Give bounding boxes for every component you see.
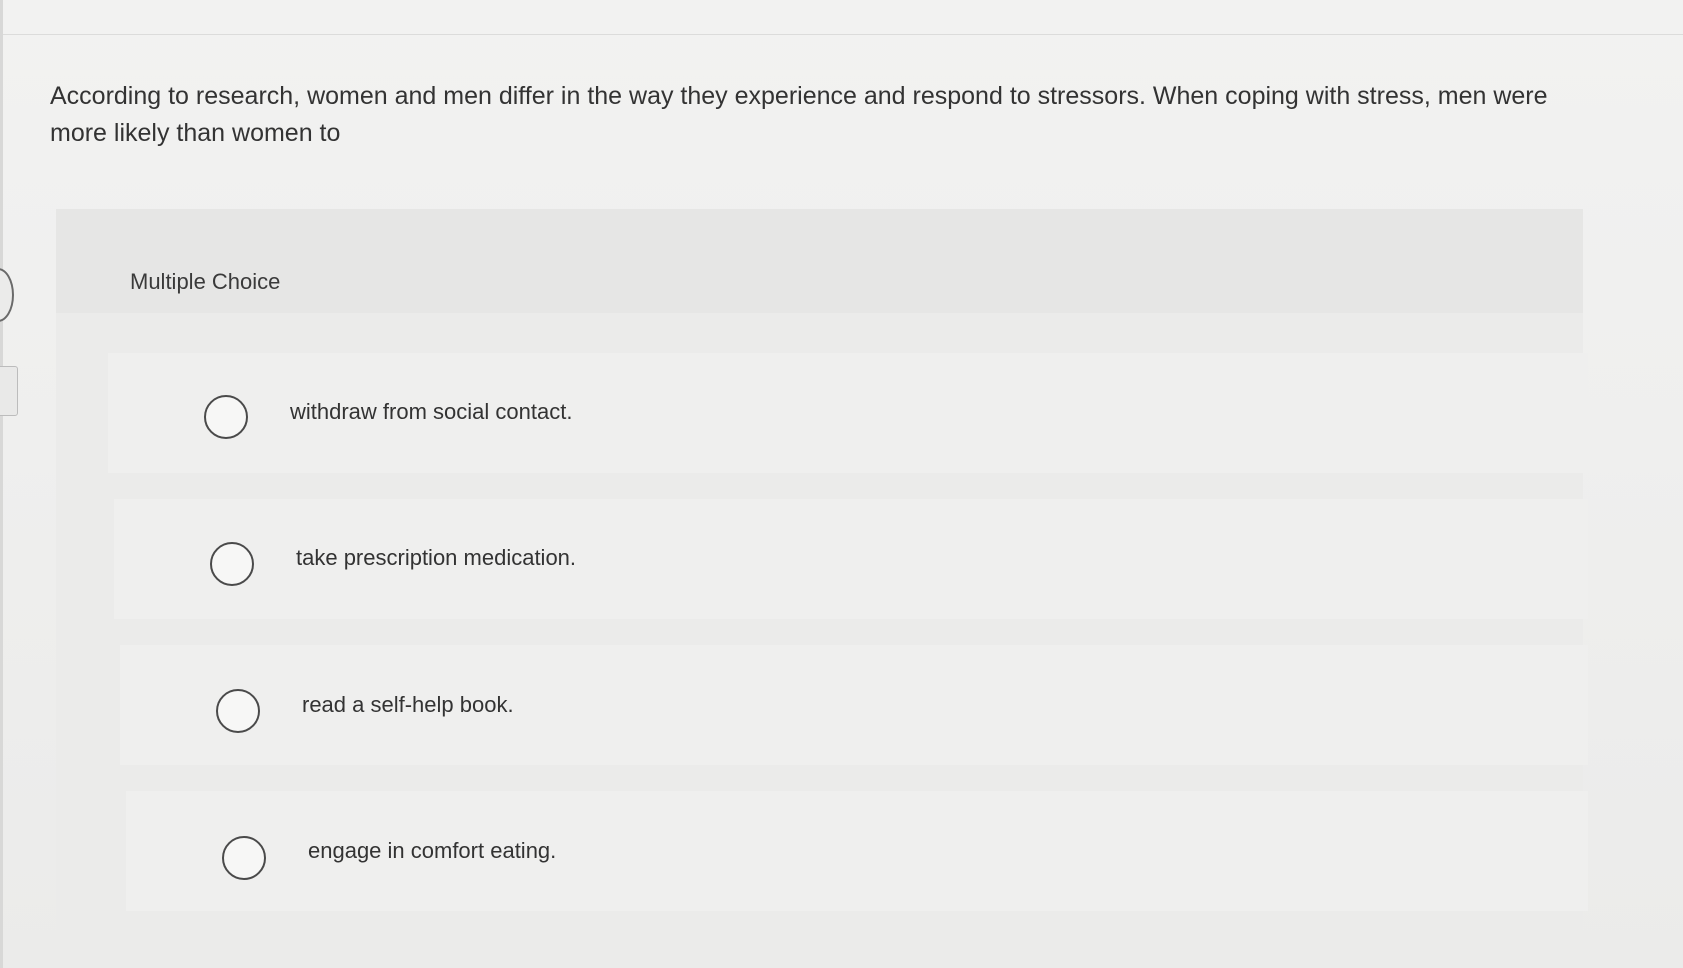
answer-option-text: engage in comfort eating. <box>308 838 557 863</box>
multiple-choice-header: Multiple Choice <box>56 209 1583 313</box>
left-edge-border <box>0 0 3 968</box>
radio-button-a[interactable] <box>204 395 248 439</box>
answer-option-b[interactable]: take prescription medication. <box>114 499 1588 619</box>
question-prompt: According to research, women and men dif… <box>50 82 1548 147</box>
answer-option-a[interactable]: withdraw from social contact. <box>108 353 1588 473</box>
multiple-choice-panel: Multiple Choice withdraw from social con… <box>56 209 1588 961</box>
quiz-page: According to research, women and men dif… <box>0 0 1683 968</box>
radio-button-c[interactable] <box>216 689 260 733</box>
side-toggle-button[interactable] <box>0 268 14 322</box>
side-panel-tab[interactable] <box>0 366 18 416</box>
radio-button-b[interactable] <box>210 542 254 586</box>
answer-option-text: withdraw from social contact. <box>290 399 573 424</box>
answer-option-text: read a self-help book. <box>302 692 514 717</box>
radio-button-d[interactable] <box>222 836 266 880</box>
answer-option-d[interactable]: engage in comfort eating. <box>126 791 1588 911</box>
answer-option-text: take prescription medication. <box>296 545 577 570</box>
question-type-label: Multiple Choice <box>130 269 281 294</box>
top-divider <box>0 34 1683 35</box>
answer-option-c[interactable]: read a self-help book. <box>120 645 1588 765</box>
